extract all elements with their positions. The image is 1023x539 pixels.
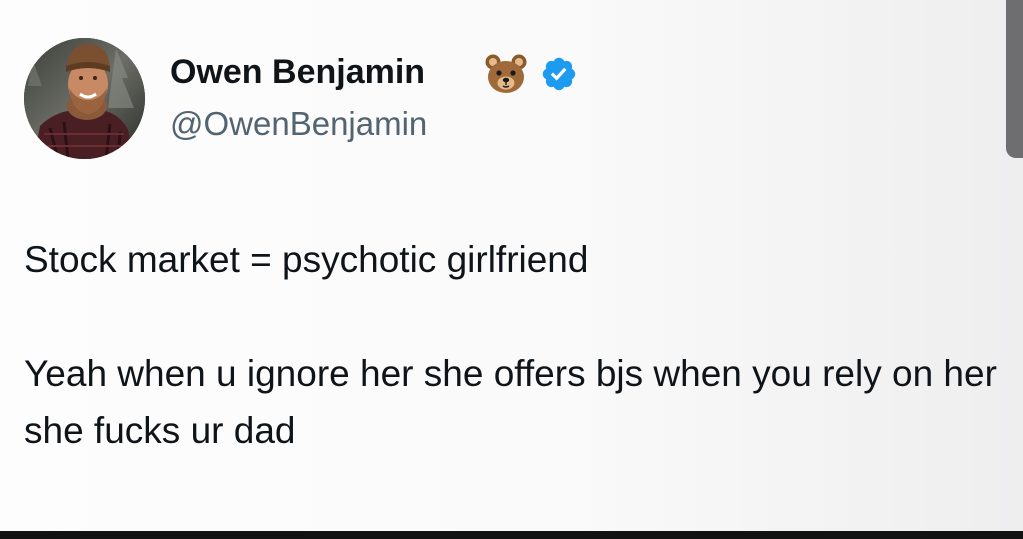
author-handle[interactable]: @OwenBenjamin: [170, 102, 427, 146]
scrollbar-edge[interactable]: [1006, 0, 1023, 158]
bottom-divider: [0, 531, 1023, 539]
avatar[interactable]: [24, 38, 145, 159]
bear-face-emoji-icon: [484, 52, 528, 96]
verified-badge-icon[interactable]: [540, 55, 578, 93]
tweet-card: Owen Benjamin @OwenBenjamin Stock market…: [0, 0, 1023, 539]
tweet-body: Stock market = psychotic girlfriend Yeah…: [24, 231, 1014, 459]
tweet-text-paragraph: Yeah when u ignore her she offers bjs wh…: [24, 353, 997, 451]
tweet-text-paragraph: Stock market = psychotic girlfriend: [24, 239, 589, 280]
author-display-name[interactable]: Owen Benjamin: [170, 50, 425, 94]
